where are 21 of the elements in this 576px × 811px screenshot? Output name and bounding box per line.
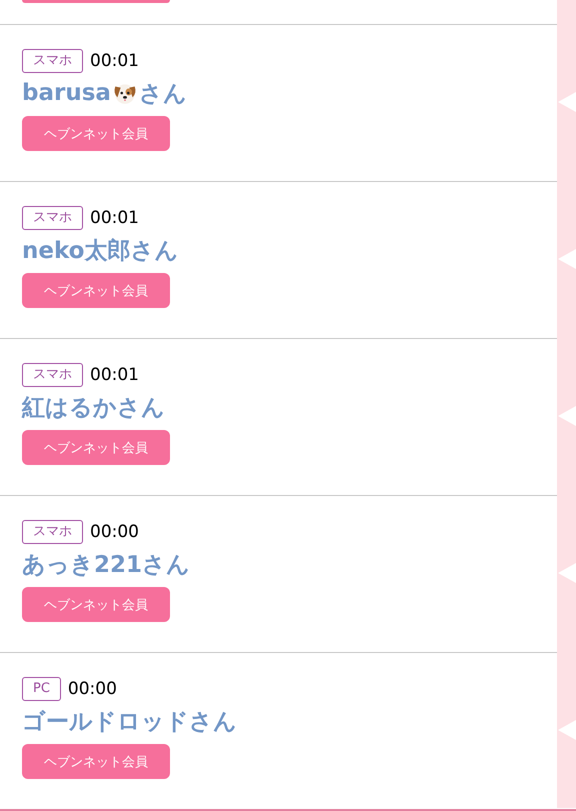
device-tag: スマホ — [22, 520, 83, 544]
device-tag: スマホ — [22, 49, 83, 73]
device-tag: スマホ — [22, 363, 83, 387]
access-time: 00:00 — [90, 522, 139, 542]
user-name: neko太郎さん — [22, 236, 180, 266]
member-button[interactable]: ヘブンネット会員 — [22, 587, 170, 622]
user-name: 紅はるかさん — [22, 394, 166, 422]
user-name: ゴールドロッドさん — [22, 708, 238, 736]
user-name: barusa — [22, 80, 111, 106]
member-button[interactable]: ヘブンネット会員 — [22, 116, 170, 151]
member-button[interactable]: ヘブンネット会員 — [22, 430, 170, 465]
honorific: さん — [138, 80, 187, 108]
access-time: 00:00 — [68, 679, 117, 699]
member-button[interactable]: ヘブンネット会員 — [22, 273, 170, 308]
access-time: 00:01 — [90, 208, 139, 228]
access-time: 00:01 — [90, 365, 139, 385]
access-time: 00:01 — [90, 51, 139, 71]
device-tag: PC — [22, 677, 61, 701]
device-tag: スマホ — [22, 206, 83, 230]
user-name: あっき221さん — [22, 550, 192, 580]
member-button[interactable]: ヘブンネット会員 — [22, 744, 170, 779]
